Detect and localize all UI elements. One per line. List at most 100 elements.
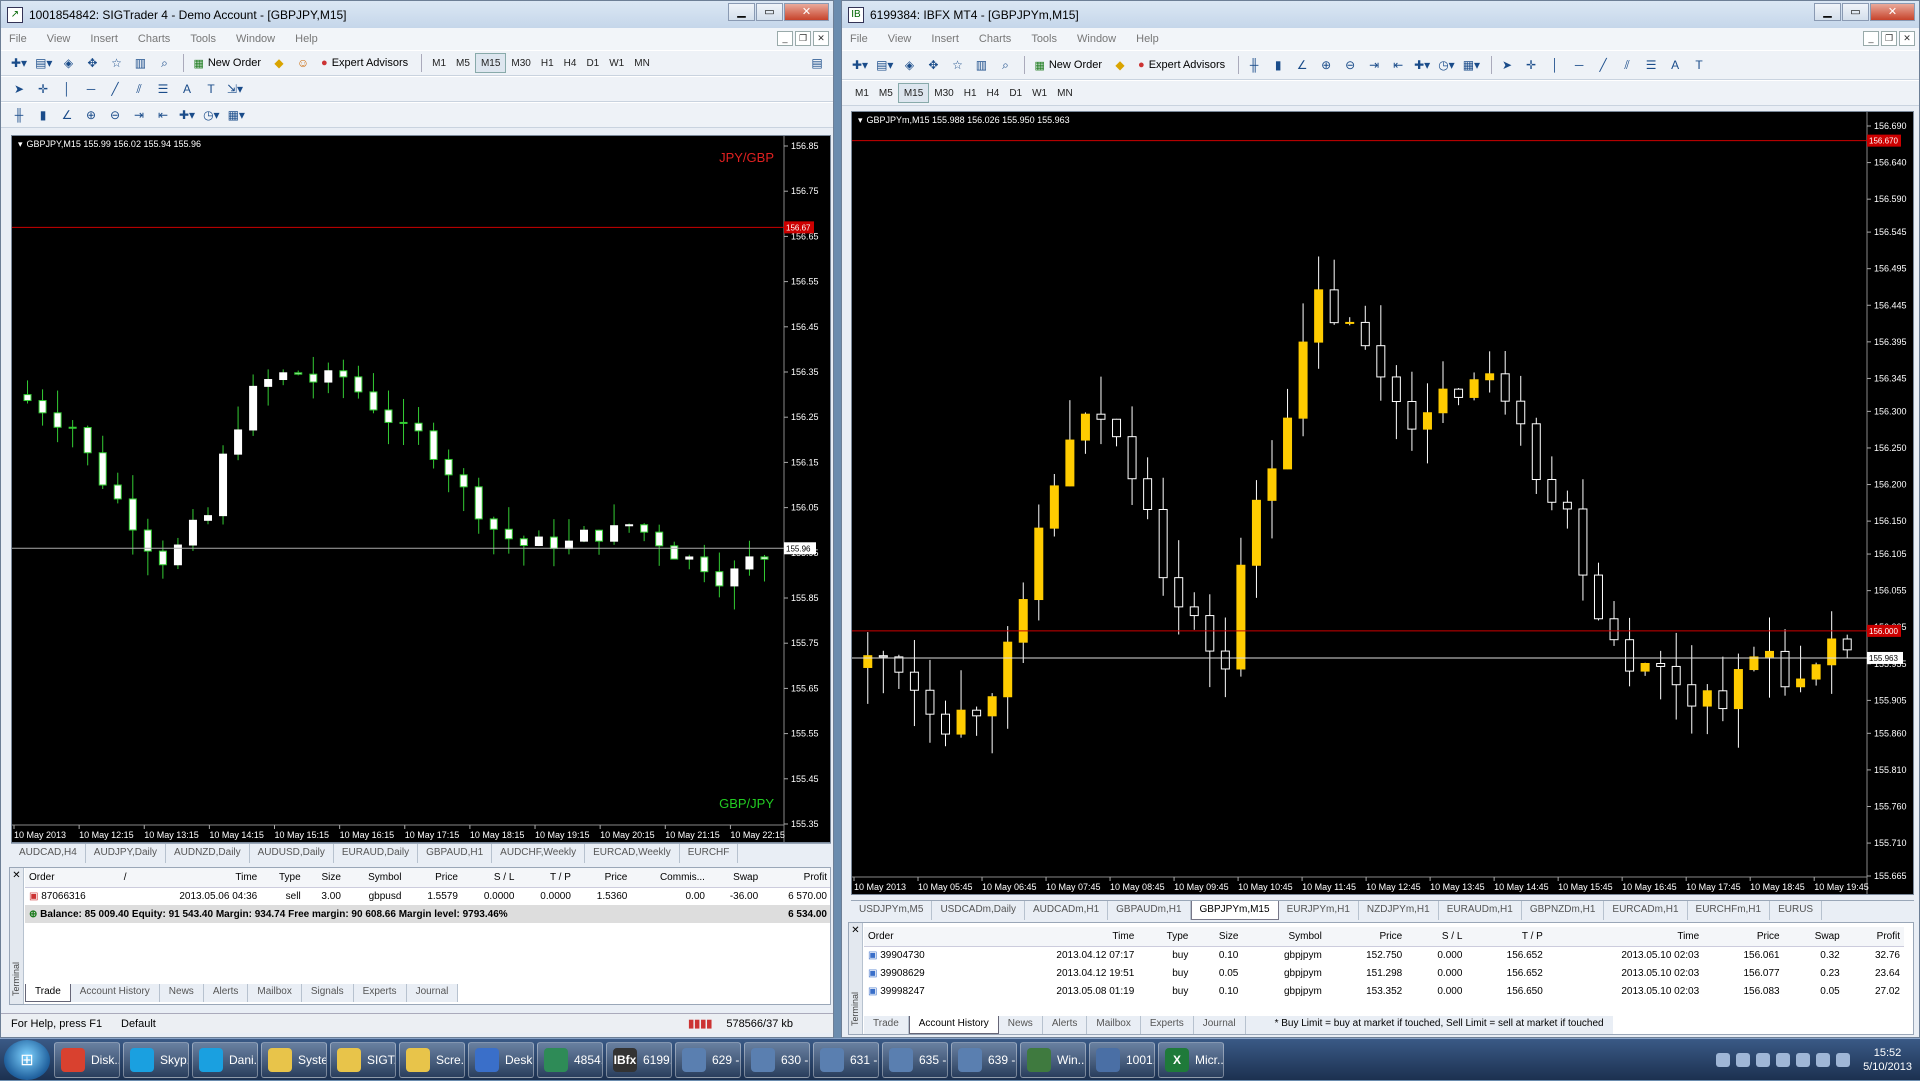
tab-experts[interactable]: Experts: [354, 984, 407, 1002]
tf-m30[interactable]: M30: [929, 83, 958, 103]
col-profit[interactable]: Profit: [762, 868, 830, 888]
minimize-button[interactable]: ▁: [1814, 3, 1841, 21]
line-chart-icon[interactable]: ∠: [1292, 55, 1312, 75]
tf-m1[interactable]: M1: [427, 53, 451, 73]
templates-icon[interactable]: ▦▾: [1461, 55, 1482, 75]
taskbar-button[interactable]: SIGT...: [330, 1041, 396, 1078]
volume-icon[interactable]: [1836, 1053, 1851, 1067]
col-time[interactable]: Time: [981, 927, 1139, 947]
tray-icon[interactable]: [1816, 1053, 1831, 1067]
expert-advisors-button[interactable]: ● Expert Advisors: [1134, 55, 1229, 75]
zoom-in-icon[interactable]: ⊕: [81, 105, 101, 125]
menu-view[interactable]: View: [888, 33, 912, 45]
tf-h4[interactable]: H4: [559, 53, 582, 73]
close-button[interactable]: ✕: [784, 3, 829, 21]
tf-m5[interactable]: M5: [874, 83, 898, 103]
zoom-out-icon[interactable]: ⊖: [1340, 55, 1360, 75]
tf-m1[interactable]: M1: [850, 83, 874, 103]
chart-tab[interactable]: AUDNZD,Daily: [166, 844, 250, 863]
tf-w1[interactable]: W1: [604, 53, 629, 73]
chart-tab[interactable]: USDJPYm,M5: [851, 901, 933, 920]
child-minimize-button[interactable]: _: [777, 31, 793, 46]
chart-tab[interactable]: EURCHF: [680, 844, 739, 863]
taskbar-button[interactable]: Syste...: [261, 1041, 327, 1078]
tab-journal[interactable]: Journal: [407, 984, 459, 1002]
menu-charts[interactable]: Charts: [979, 33, 1011, 45]
taskbar-button[interactable]: 4854...: [537, 1041, 603, 1078]
taskbar-button[interactable]: 635 -...: [882, 1041, 948, 1078]
chat-icon[interactable]: ▤: [807, 53, 827, 73]
zoom-in-icon[interactable]: ⊕: [1316, 55, 1336, 75]
fibonacci-icon[interactable]: ☰: [1641, 55, 1661, 75]
col-sl[interactable]: S / L: [461, 868, 519, 888]
templates-icon[interactable]: ▦▾: [226, 105, 247, 125]
text-label-icon[interactable]: T: [201, 79, 221, 99]
bar-chart-icon[interactable]: ╫: [9, 105, 29, 125]
indicators-icon[interactable]: ✚▾: [177, 105, 197, 125]
chart-tab[interactable]: GBPAUDm,H1: [1108, 901, 1191, 920]
menu-tools[interactable]: Tools: [190, 33, 216, 45]
col-price[interactable]: Price: [1325, 927, 1407, 947]
col-time[interactable]: Time: [135, 868, 262, 888]
auto-scroll-icon[interactable]: ⇥: [129, 105, 149, 125]
tf-w1[interactable]: W1: [1027, 83, 1052, 103]
tab-alerts[interactable]: Alerts: [1043, 1016, 1088, 1034]
terminal-icon[interactable]: ▥: [971, 55, 991, 75]
tf-m5[interactable]: M5: [451, 53, 475, 73]
menu-window[interactable]: Window: [1077, 33, 1116, 45]
table-row[interactable]: ▣ 39904730 2013.04.12 07:17 buy 0.10 gbpjpym…: [864, 946, 1904, 964]
chart-shift-icon[interactable]: ⇤: [153, 105, 173, 125]
navigator-icon[interactable]: ✥: [923, 55, 943, 75]
left-terminal-window[interactable]: ↗ 1001854842: SIGTrader 4 - Demo Account…: [0, 0, 834, 1038]
chart-tab[interactable]: AUDCAD,H4: [11, 844, 86, 863]
taskbar-button[interactable]: 631 -...: [813, 1041, 879, 1078]
col-symbol[interactable]: Symbol: [344, 868, 406, 888]
col-sl[interactable]: S / L: [1406, 927, 1467, 947]
auto-scroll-icon[interactable]: ⇥: [1364, 55, 1384, 75]
market-watch-icon[interactable]: ◈: [899, 55, 919, 75]
col-tp[interactable]: T / P: [518, 868, 575, 888]
menu-view[interactable]: View: [47, 33, 71, 45]
col-commission[interactable]: Commis...: [631, 868, 709, 888]
taskbar-button[interactable]: 630 -...: [744, 1041, 810, 1078]
child-minimize-button[interactable]: _: [1863, 31, 1879, 46]
tf-h4[interactable]: H4: [982, 83, 1005, 103]
taskbar-button[interactable]: Scre...: [399, 1041, 465, 1078]
menu-insert[interactable]: Insert: [90, 33, 118, 45]
new-chart-icon[interactable]: ✚▾: [850, 55, 870, 75]
close-button[interactable]: ✕: [1870, 3, 1915, 21]
periods-icon[interactable]: ◷▾: [201, 105, 222, 125]
tab-mailbox[interactable]: Mailbox: [248, 984, 302, 1002]
col-swap[interactable]: Swap: [1783, 927, 1844, 947]
chart-shift-icon[interactable]: ⇤: [1388, 55, 1408, 75]
tf-mn[interactable]: MN: [629, 53, 655, 73]
favorites-icon[interactable]: ☆: [947, 55, 967, 75]
new-order-button[interactable]: ▦ New Order: [189, 53, 265, 73]
right-title-bar[interactable]: IB 6199384: IBFX MT4 - [GBPJPYm,M15] ▁ ▭…: [842, 1, 1919, 28]
profiles-icon[interactable]: ▤▾: [33, 53, 54, 73]
terminal-icon[interactable]: ▥: [130, 53, 150, 73]
channel-icon[interactable]: ⫽: [1617, 55, 1637, 75]
text-icon[interactable]: A: [177, 79, 197, 99]
tf-mn[interactable]: MN: [1052, 83, 1078, 103]
taskbar-button[interactable]: 1001...: [1089, 1041, 1155, 1078]
child-close-button[interactable]: ✕: [1899, 31, 1915, 46]
metaeditor-icon[interactable]: ◆: [269, 53, 289, 73]
col-profit[interactable]: Profit: [1843, 927, 1904, 947]
tab-alerts[interactable]: Alerts: [204, 984, 249, 1002]
col-type[interactable]: Type: [261, 868, 305, 888]
trendline-icon[interactable]: ╱: [1593, 55, 1613, 75]
taskbar-button[interactable]: Desk...: [468, 1041, 534, 1078]
chart-tab[interactable]: AUDCHF,Weekly: [492, 844, 586, 863]
autotrading-icon[interactable]: ☺: [293, 53, 313, 73]
taskbar-button[interactable]: IBfx 6199...: [606, 1041, 672, 1078]
taskbar-button[interactable]: 639 -...: [951, 1041, 1017, 1078]
tab-trade[interactable]: Trade: [864, 1016, 909, 1034]
crosshair-icon[interactable]: ✛: [1521, 55, 1541, 75]
col-size[interactable]: Size: [1192, 927, 1243, 947]
tab-news[interactable]: News: [999, 1016, 1043, 1034]
terminal-close-icon[interactable]: ✕: [10, 870, 23, 881]
chart-tab[interactable]: AUDCADm,H1: [1025, 901, 1109, 920]
vertical-line-icon[interactable]: │: [1545, 55, 1565, 75]
chart-tab[interactable]: AUDUSD,Daily: [250, 844, 334, 863]
